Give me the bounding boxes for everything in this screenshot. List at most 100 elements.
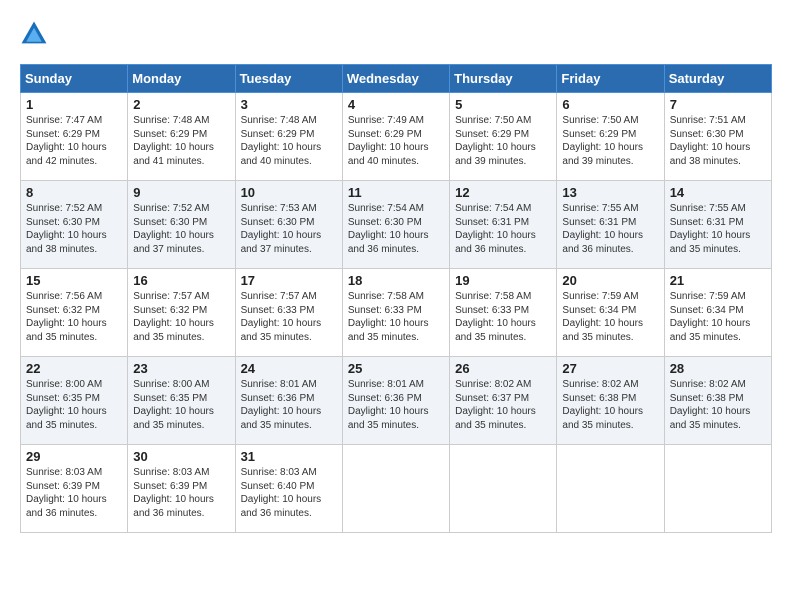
- day-number: 14: [670, 185, 766, 200]
- day-info: Sunrise: 7:57 AMSunset: 6:33 PMDaylight:…: [241, 290, 337, 344]
- calendar-day-cell: 5Sunrise: 7:50 AMSunset: 6:29 PMDaylight…: [450, 93, 557, 181]
- day-number: 24: [241, 361, 337, 376]
- day-info: Sunrise: 7:59 AMSunset: 6:34 PMDaylight:…: [670, 290, 766, 344]
- day-info: Sunrise: 7:56 AMSunset: 6:32 PMDaylight:…: [26, 290, 122, 344]
- calendar-day-cell: 29 Sunrise: 8:03 AMSunset: 6:39 PMDayligh…: [21, 445, 128, 533]
- calendar-day-cell: 22 Sunrise: 8:00 AMSunset: 6:35 PMDayligh…: [21, 357, 128, 445]
- calendar-day-cell: 23 Sunrise: 8:00 AMSunset: 6:35 PMDayligh…: [128, 357, 235, 445]
- calendar-week-row: 15 Sunrise: 7:56 AMSunset: 6:32 PMDayligh…: [21, 269, 772, 357]
- day-number: 13: [562, 185, 658, 200]
- calendar-day-cell: 6Sunrise: 7:50 AMSunset: 6:29 PMDaylight…: [557, 93, 664, 181]
- day-info: Sunrise: 7:55 AMSunset: 6:31 PMDaylight:…: [562, 202, 658, 256]
- weekday-header: Friday: [557, 65, 664, 93]
- weekday-header: Saturday: [664, 65, 771, 93]
- day-number: 26: [455, 361, 551, 376]
- calendar-table: SundayMondayTuesdayWednesdayThursdayFrid…: [20, 64, 772, 533]
- day-number: 18: [348, 273, 444, 288]
- day-number: 23: [133, 361, 229, 376]
- calendar-week-row: 22 Sunrise: 8:00 AMSunset: 6:35 PMDayligh…: [21, 357, 772, 445]
- day-number: 6: [562, 97, 658, 112]
- day-number: 19: [455, 273, 551, 288]
- calendar-day-cell: [664, 445, 771, 533]
- weekday-header: Tuesday: [235, 65, 342, 93]
- day-number: 3: [241, 97, 337, 112]
- weekday-header: Monday: [128, 65, 235, 93]
- day-info: Sunrise: 8:00 AMSunset: 6:35 PMDaylight:…: [26, 378, 122, 432]
- logo: [20, 20, 52, 48]
- day-number: 25: [348, 361, 444, 376]
- day-info: Sunrise: 7:58 AMSunset: 6:33 PMDaylight:…: [455, 290, 551, 344]
- day-number: 5: [455, 97, 551, 112]
- day-number: 30: [133, 449, 229, 464]
- calendar-day-cell: 19 Sunrise: 7:58 AMSunset: 6:33 PMDayligh…: [450, 269, 557, 357]
- day-info: Sunrise: 8:03 AMSunset: 6:39 PMDaylight:…: [26, 466, 122, 520]
- day-number: 2: [133, 97, 229, 112]
- calendar-day-cell: 9Sunrise: 7:52 AMSunset: 6:30 PMDaylight…: [128, 181, 235, 269]
- day-number: 22: [26, 361, 122, 376]
- calendar-day-cell: [557, 445, 664, 533]
- day-info: Sunrise: 7:52 AMSunset: 6:30 PMDaylight:…: [26, 202, 122, 256]
- day-info: Sunrise: 7:53 AMSunset: 6:30 PMDaylight:…: [241, 202, 337, 256]
- calendar-day-cell: 14 Sunrise: 7:55 AMSunset: 6:31 PMDayligh…: [664, 181, 771, 269]
- day-info: Sunrise: 8:02 AMSunset: 6:38 PMDaylight:…: [562, 378, 658, 432]
- day-number: 1: [26, 97, 122, 112]
- day-number: 31: [241, 449, 337, 464]
- day-number: 9: [133, 185, 229, 200]
- calendar-day-cell: 3 Sunrise: 7:48 AMSunset: 6:29 PMDaylight…: [235, 93, 342, 181]
- calendar-day-cell: 15 Sunrise: 7:56 AMSunset: 6:32 PMDayligh…: [21, 269, 128, 357]
- calendar-day-cell: 12 Sunrise: 7:54 AMSunset: 6:31 PMDayligh…: [450, 181, 557, 269]
- calendar-day-cell: 1Sunrise: 7:47 AMSunset: 6:29 PMDaylight…: [21, 93, 128, 181]
- calendar-day-cell: 17 Sunrise: 7:57 AMSunset: 6:33 PMDayligh…: [235, 269, 342, 357]
- day-info: Sunrise: 8:00 AMSunset: 6:35 PMDaylight:…: [133, 378, 229, 432]
- day-number: 16: [133, 273, 229, 288]
- calendar-day-cell: 21 Sunrise: 7:59 AMSunset: 6:34 PMDayligh…: [664, 269, 771, 357]
- weekday-header: Sunday: [21, 65, 128, 93]
- day-info: Sunrise: 7:58 AMSunset: 6:33 PMDaylight:…: [348, 290, 444, 344]
- day-info: Sunrise: 8:01 AMSunset: 6:36 PMDaylight:…: [241, 378, 337, 432]
- day-number: 4: [348, 97, 444, 112]
- calendar-day-cell: 24 Sunrise: 8:01 AMSunset: 6:36 PMDayligh…: [235, 357, 342, 445]
- day-info: Sunrise: 7:49 AMSunset: 6:29 PMDaylight:…: [348, 114, 444, 168]
- day-info: Sunrise: 8:02 AMSunset: 6:37 PMDaylight:…: [455, 378, 551, 432]
- calendar-day-cell: 8 Sunrise: 7:52 AMSunset: 6:30 PMDaylight…: [21, 181, 128, 269]
- calendar-day-cell: 31Sunrise: 8:03 AMSunset: 6:40 PMDayligh…: [235, 445, 342, 533]
- calendar-day-cell: 18 Sunrise: 7:58 AMSunset: 6:33 PMDayligh…: [342, 269, 449, 357]
- day-info: Sunrise: 8:03 AMSunset: 6:39 PMDaylight:…: [133, 466, 229, 520]
- calendar-week-row: 8 Sunrise: 7:52 AMSunset: 6:30 PMDaylight…: [21, 181, 772, 269]
- day-number: 11: [348, 185, 444, 200]
- calendar-day-cell: [342, 445, 449, 533]
- calendar-day-cell: [450, 445, 557, 533]
- logo-icon: [20, 20, 48, 48]
- calendar-day-cell: 16 Sunrise: 7:57 AMSunset: 6:32 PMDayligh…: [128, 269, 235, 357]
- day-number: 10: [241, 185, 337, 200]
- day-number: 12: [455, 185, 551, 200]
- day-info: Sunrise: 7:57 AMSunset: 6:32 PMDaylight:…: [133, 290, 229, 344]
- day-info: Sunrise: 7:55 AMSunset: 6:31 PMDaylight:…: [670, 202, 766, 256]
- calendar-day-cell: 13 Sunrise: 7:55 AMSunset: 6:31 PMDayligh…: [557, 181, 664, 269]
- calendar-day-cell: 20 Sunrise: 7:59 AMSunset: 6:34 PMDayligh…: [557, 269, 664, 357]
- day-number: 21: [670, 273, 766, 288]
- day-info: Sunrise: 7:48 AMSunset: 6:29 PMDaylight:…: [133, 114, 229, 168]
- day-number: 20: [562, 273, 658, 288]
- calendar-day-cell: 11 Sunrise: 7:54 AMSunset: 6:30 PMDayligh…: [342, 181, 449, 269]
- calendar-header-row: SundayMondayTuesdayWednesdayThursdayFrid…: [21, 65, 772, 93]
- calendar-day-cell: 26 Sunrise: 8:02 AMSunset: 6:37 PMDayligh…: [450, 357, 557, 445]
- calendar-day-cell: 2 Sunrise: 7:48 AMSunset: 6:29 PMDaylight…: [128, 93, 235, 181]
- day-info: Sunrise: 7:54 AMSunset: 6:31 PMDaylight:…: [455, 202, 551, 256]
- day-info: Sunrise: 7:54 AMSunset: 6:30 PMDaylight:…: [348, 202, 444, 256]
- day-number: 27: [562, 361, 658, 376]
- day-info: Sunrise: 7:48 AMSunset: 6:29 PMDaylight:…: [241, 114, 337, 168]
- day-number: 29: [26, 449, 122, 464]
- day-number: 7: [670, 97, 766, 112]
- calendar-day-cell: 30 Sunrise: 8:03 AMSunset: 6:39 PMDayligh…: [128, 445, 235, 533]
- day-info: Sunrise: 7:59 AMSunset: 6:34 PMDaylight:…: [562, 290, 658, 344]
- calendar-week-row: 1Sunrise: 7:47 AMSunset: 6:29 PMDaylight…: [21, 93, 772, 181]
- weekday-header: Wednesday: [342, 65, 449, 93]
- calendar-day-cell: 7Sunrise: 7:51 AMSunset: 6:30 PMDaylight…: [664, 93, 771, 181]
- day-number: 15: [26, 273, 122, 288]
- day-number: 8: [26, 185, 122, 200]
- day-number: 17: [241, 273, 337, 288]
- calendar-day-cell: 28Sunrise: 8:02 AMSunset: 6:38 PMDayligh…: [664, 357, 771, 445]
- day-info: Sunrise: 8:01 AMSunset: 6:36 PMDaylight:…: [348, 378, 444, 432]
- calendar-week-row: 29 Sunrise: 8:03 AMSunset: 6:39 PMDayligh…: [21, 445, 772, 533]
